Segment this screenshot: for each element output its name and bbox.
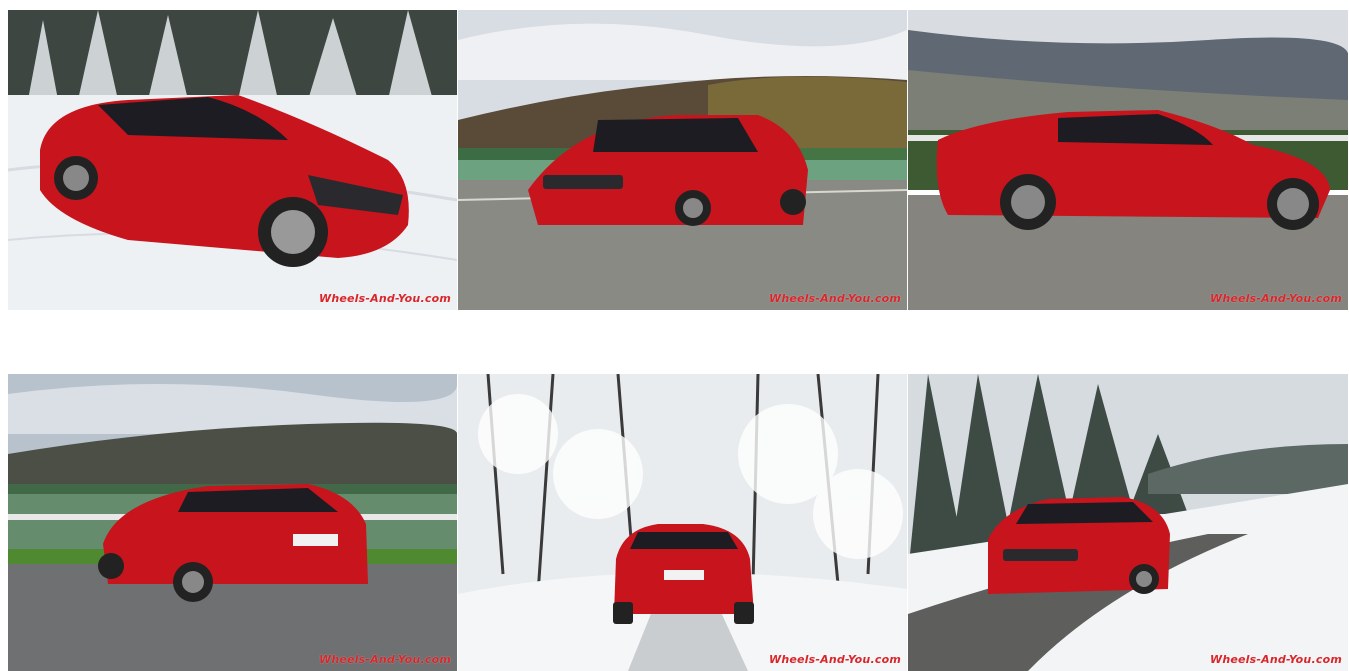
car-photo	[8, 374, 457, 671]
watermark-text: Wheels-And-You.com	[769, 292, 901, 305]
gallery-image-2[interactable]: Wheels-And-You.com	[458, 10, 907, 310]
watermark-text: Wheels-And-You.com	[1210, 292, 1342, 305]
photo-gallery: Wheels-And-You.com Wheels-And-You.com Wh…	[0, 0, 1349, 671]
watermark-text: Wheels-And-You.com	[769, 653, 901, 666]
gallery-image-4[interactable]: Wheels-And-You.com	[8, 374, 457, 671]
gallery-image-6[interactable]: Wheels-And-You.com	[908, 374, 1348, 671]
watermark-text: Wheels-And-You.com	[319, 653, 451, 666]
car-photo	[8, 10, 457, 310]
car-photo	[908, 374, 1348, 671]
watermark-text: Wheels-And-You.com	[1210, 653, 1342, 666]
gallery-image-5[interactable]: Wheels-And-You.com	[458, 374, 907, 671]
car-photo	[458, 374, 907, 671]
car-photo	[458, 10, 907, 310]
watermark-text: Wheels-And-You.com	[319, 292, 451, 305]
gallery-image-3[interactable]: Wheels-And-You.com	[908, 10, 1348, 310]
gallery-image-1[interactable]: Wheels-And-You.com	[8, 10, 457, 310]
car-photo	[908, 10, 1348, 310]
